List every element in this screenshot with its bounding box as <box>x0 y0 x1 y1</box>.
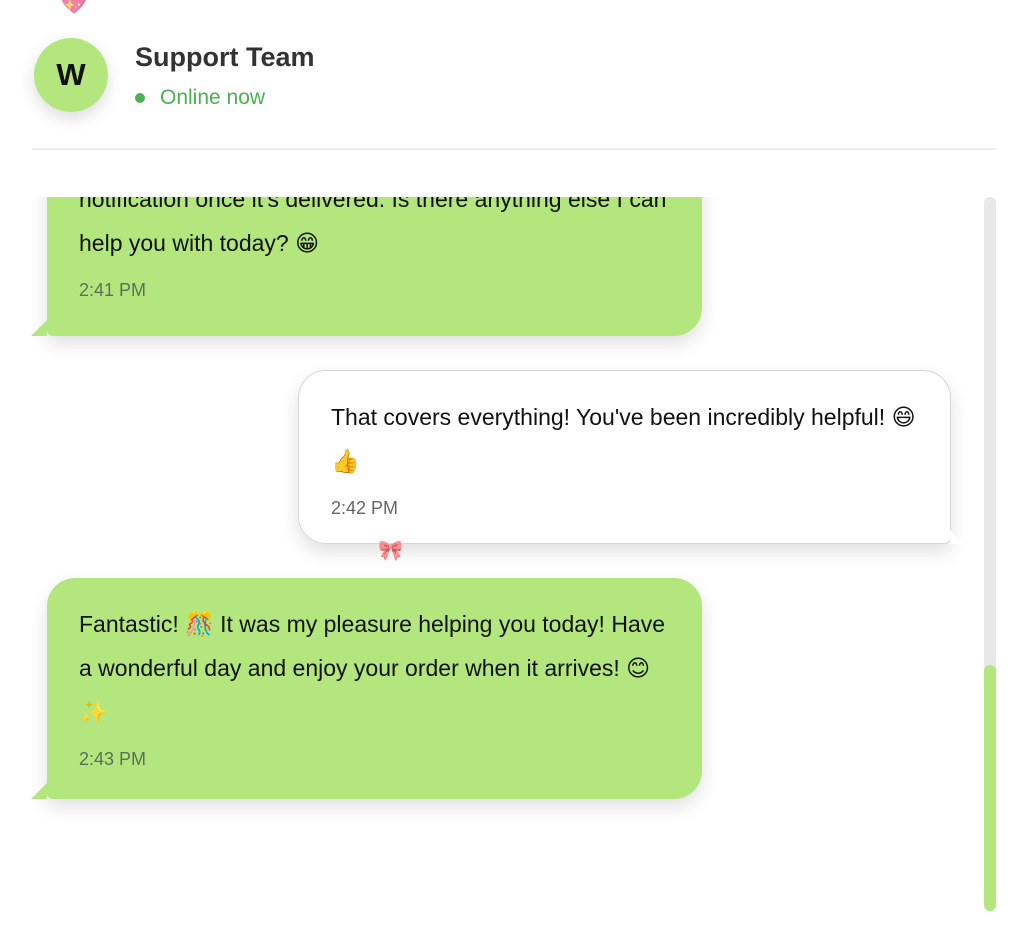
sent-message-bubble[interactable]: That covers everything! You've been incr… <box>298 370 964 544</box>
message-tail-icon <box>31 320 47 336</box>
message-list[interactable]: notification once it's delivered. Is the… <box>0 197 980 926</box>
message-text: Fantastic! 🎊 It was my pleasure helping … <box>79 611 666 725</box>
avatar[interactable]: W <box>34 38 108 112</box>
message-tail-icon <box>950 530 964 544</box>
message-text: notification once it's delivered. Is the… <box>79 197 667 256</box>
message-time: 2:41 PM <box>79 280 147 300</box>
online-status-text: Online now <box>160 86 266 109</box>
message-tail-icon <box>31 783 47 799</box>
online-status: Online now <box>135 86 265 110</box>
scrollbar-track[interactable] <box>984 197 996 911</box>
chat-window: 💖 W Support Team Online now notification… <box>0 0 1024 926</box>
message-time: 2:43 PM <box>79 749 147 769</box>
received-message-bubble[interactable]: notification once it's delivered. Is the… <box>31 197 702 336</box>
message-time: 2:42 PM <box>331 498 399 518</box>
scrollbar-thumb[interactable] <box>984 665 996 911</box>
ribbon-sparkle-icon: 🎀 <box>378 540 403 562</box>
online-dot-icon <box>135 93 145 103</box>
received-message-bubble[interactable]: Fantastic! 🎊 It was my pleasure helping … <box>31 578 702 799</box>
message-text: That covers everything! You've been incr… <box>331 404 916 474</box>
contact-name: Support Team <box>135 42 315 72</box>
chat-header: W Support Team Online now <box>32 0 996 150</box>
